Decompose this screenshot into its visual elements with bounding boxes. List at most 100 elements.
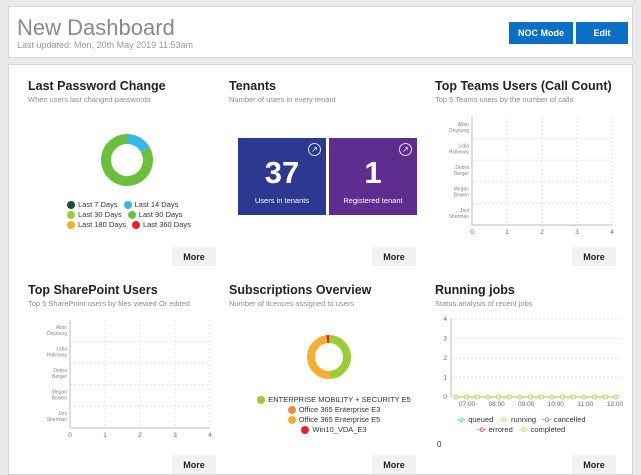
legend-label: Office 365 Enterprise E3 <box>298 405 381 414</box>
teams-more-button[interactable]: More <box>572 247 616 266</box>
data-point <box>581 394 587 400</box>
subscriptions-more-button[interactable]: More <box>372 455 416 474</box>
legend-line-icon: -o- <box>476 425 487 434</box>
y-tick-label: 0 <box>443 394 447 401</box>
card-subtitle: When users last changed passwords <box>28 95 151 104</box>
legend-label: completed <box>530 425 566 434</box>
legend-label: ENTERPRISE MOBILITY + SECURITY E5 <box>268 395 411 404</box>
jobs-total: 0 <box>437 440 442 449</box>
y-axis-label: Berger <box>454 171 469 177</box>
legend-swatch <box>257 395 266 404</box>
legend-item: -o-completed <box>519 425 565 434</box>
card-title: Last Password Change <box>28 79 166 93</box>
sharepoint-bar-chart: 0 1 2 3 4AllanDeyoungLidiaHollowayDebraBerge… <box>47 320 212 439</box>
data-point <box>613 394 619 400</box>
registered-tenant-tile[interactable]: ↗ 1 Registered tenant <box>329 138 417 215</box>
legend-item: Last 180 Days <box>67 220 126 229</box>
data-point <box>602 394 608 400</box>
legend-item: -o-errored <box>477 425 513 434</box>
teams-card: Top Teams Users (Call Count) Top 5 Teams… <box>435 79 625 104</box>
legend-item: Win10_VDA_E3 <box>301 425 367 434</box>
card-subtitle: Number of users in every tenant <box>229 95 336 104</box>
card-title: Running jobs <box>435 283 515 297</box>
sharepoint-more-button[interactable]: More <box>172 455 216 474</box>
y-axis-label: Bowen <box>454 193 470 199</box>
legend-label: Win10_VDA_E3 <box>312 425 367 434</box>
legend-swatch <box>131 220 140 229</box>
legend-swatch <box>301 425 310 434</box>
y-axis-label: Berger <box>52 374 67 380</box>
card-subtitle: Top 5 SharePoint users by files viewed O… <box>28 299 190 308</box>
last-updated-text: Last updated: Mon, 20th May 2019 11:53am <box>17 40 193 50</box>
legend-label: errored <box>488 425 513 434</box>
edit-button[interactable]: Edit <box>576 22 628 44</box>
x-tick-label: 09:00 <box>518 401 535 408</box>
tile-value: 37 <box>264 155 300 190</box>
x-tick-label: 1 <box>103 432 107 439</box>
card-subtitle: Number of licences assigned to users <box>229 299 355 308</box>
x-tick-label: 12:00 <box>607 401 624 408</box>
password-more-button[interactable]: More <box>172 247 216 266</box>
y-axis-label: Holloway <box>449 149 470 155</box>
y-axis-label: Deyoung <box>449 128 469 134</box>
jobs-line-chart: 0 1 2 3 4 07:00 08:00 09:00 10:00 11:00 12:00 <box>443 316 624 408</box>
data-point <box>538 394 544 400</box>
legend-label: Last 180 Days <box>78 220 126 229</box>
tile-label: Registered tenant <box>343 196 403 205</box>
donut-slice <box>328 335 351 379</box>
x-tick-label: 2 <box>540 229 544 236</box>
legend-label: Last 90 Days <box>138 210 183 219</box>
legend-item: Last 7 Days <box>67 200 118 209</box>
y-tick-label: 3 <box>443 336 447 343</box>
legend-line-icon: -o- <box>456 415 467 424</box>
y-tick-label: 2 <box>443 355 447 362</box>
data-point <box>506 394 512 400</box>
legend-item: ENTERPRISE MOBILITY + SECURITY E5 <box>257 395 411 404</box>
legend-item: -o-running <box>499 415 536 424</box>
noc-mode-button[interactable]: NOC Mode <box>509 22 573 44</box>
legend-item: Last 14 Days <box>123 200 178 209</box>
legend-swatch <box>67 210 75 219</box>
card-title: Top SharePoint Users <box>28 283 158 297</box>
legend-label: cancelled <box>553 415 586 424</box>
donut-slice <box>126 134 150 153</box>
legend-label: Office 365 Enterprise E5 <box>298 415 381 424</box>
x-tick-label: 3 <box>173 432 177 439</box>
password-card: Last Password Change When users last cha… <box>28 79 218 104</box>
users-in-tenants-tile[interactable]: ↗ 37 Users in tenants <box>238 138 326 215</box>
data-point <box>517 394 523 400</box>
legend-label: Last 30 Days <box>78 210 122 219</box>
legend-item: -o-cancelled <box>542 415 585 424</box>
data-point <box>453 394 459 400</box>
dashboard-header: New Dashboard Last updated: Mon, 20th Ma… <box>8 6 633 58</box>
legend-item: Last 360 Days <box>131 220 191 229</box>
legend-item: Office 365 Enterprise E3 <box>287 405 381 414</box>
x-tick-label: 4 <box>208 432 212 439</box>
data-point <box>528 394 534 400</box>
data-point <box>464 394 470 400</box>
x-tick-label: 10:00 <box>548 401 565 408</box>
subscriptions-card: Subscriptions Overview Number of licence… <box>229 283 419 308</box>
data-point <box>570 394 576 400</box>
jobs-more-button[interactable]: More <box>572 455 616 474</box>
x-tick-label: 1 <box>505 229 509 236</box>
dashboard-panel: Last Password Change When users last cha… <box>8 64 633 475</box>
legend-swatch <box>287 405 296 414</box>
y-axis-label: Bowen <box>52 396 68 402</box>
password-donut <box>101 134 153 186</box>
y-axis-label: Deyoung <box>47 331 67 337</box>
x-tick-label: 0 <box>470 229 474 236</box>
tenants-more-button[interactable]: More <box>372 247 416 266</box>
card-subtitle: Top 5 Teams users by the number of calls <box>435 95 574 104</box>
legend-label: queued <box>468 415 494 424</box>
data-point <box>549 394 555 400</box>
legend-label: running <box>511 415 537 424</box>
legend-line-icon: -o- <box>499 415 510 424</box>
tenants-card: Tenants Number of users in every tenant <box>229 79 419 104</box>
jobs-card: Running jobs Status analysis of recent j… <box>435 283 625 308</box>
data-point <box>560 394 566 400</box>
sharepoint-card: Top SharePoint Users Top 5 SharePoint us… <box>28 283 218 308</box>
subscriptions-donut <box>307 335 351 379</box>
legend-item: Office 365 Enterprise E5 <box>287 415 381 424</box>
card-title: Top Teams Users (Call Count) <box>435 79 612 93</box>
